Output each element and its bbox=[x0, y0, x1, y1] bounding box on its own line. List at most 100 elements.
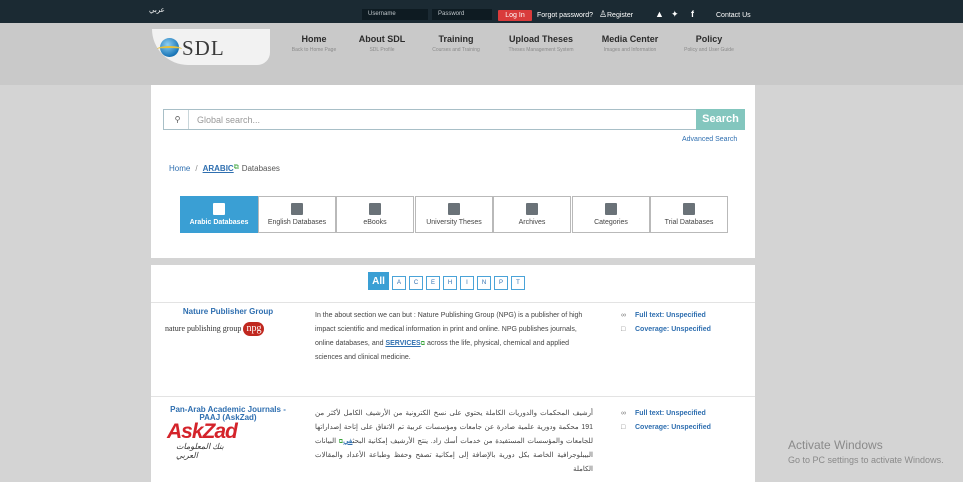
logo-wordmark: AskZad bbox=[167, 420, 238, 443]
list-item: Nature Publisher Group nature publishing… bbox=[151, 302, 755, 396]
logo-subtitle: بنك المعلومات العربي bbox=[176, 442, 224, 460]
search-panel: ⚲ Search Advanced Search Home / ARABIC⧉Dat… bbox=[151, 85, 755, 258]
filter-letter[interactable]: A bbox=[392, 276, 406, 290]
npg-logo[interactable]: nature publishing group npg bbox=[165, 322, 265, 336]
coverage-label: Coverage: bbox=[635, 326, 670, 333]
categories-icon bbox=[605, 203, 617, 215]
tile-ebooks[interactable]: eBooks bbox=[336, 196, 414, 233]
filter-letter[interactable]: T bbox=[511, 276, 525, 290]
tile-label: Trial Databases bbox=[664, 219, 714, 226]
twitter-icon[interactable]: ✦ bbox=[671, 9, 679, 20]
askzad-logo[interactable]: AskZad بنك المعلومات العربي bbox=[167, 420, 238, 460]
coverage-value: Unspecified bbox=[671, 424, 711, 431]
nav-subtitle: Policy and User Guide bbox=[684, 47, 734, 53]
description: أرشيف المحكمات والدوريات الكاملة يحتوي ع… bbox=[315, 407, 593, 477]
top-bar: عربي Username Password Log In Forgot pas… bbox=[0, 0, 963, 23]
register-icon: ♙ bbox=[599, 9, 608, 19]
full-text-row: ∞ Full text: Unspecified bbox=[621, 309, 711, 323]
filter-letter[interactable]: H bbox=[443, 276, 457, 290]
nav-home[interactable]: Home Back to Home Page bbox=[286, 34, 342, 53]
coverage-row: □ Coverage: Unspecified bbox=[621, 421, 711, 435]
nav-title: Policy bbox=[695, 34, 723, 44]
search-box: ⚲ bbox=[163, 109, 734, 130]
nav-training[interactable]: Training Courses and Training bbox=[425, 34, 487, 53]
globe-icon bbox=[157, 38, 182, 57]
search-input[interactable] bbox=[188, 110, 708, 129]
full-text-label: Full text: bbox=[635, 410, 665, 417]
archive-icon bbox=[526, 203, 538, 215]
coverage-row: □ Coverage: Unspecified bbox=[621, 323, 711, 337]
database-icon bbox=[291, 203, 303, 215]
tile-arabic-databases[interactable]: Arabic Databases bbox=[180, 196, 258, 233]
services-link[interactable]: SERVICES bbox=[385, 340, 420, 347]
search-button[interactable]: Search bbox=[696, 109, 745, 130]
contact-us-link[interactable]: Contact Us bbox=[716, 10, 751, 21]
thesis-icon bbox=[448, 203, 460, 215]
advanced-search-link[interactable]: Advanced Search bbox=[682, 136, 737, 143]
nav-subtitle: Courses and Training bbox=[432, 47, 480, 53]
trial-icon bbox=[683, 203, 695, 215]
tile-categories[interactable]: Categories bbox=[572, 196, 650, 233]
full-text-value: Unspecified bbox=[666, 410, 706, 417]
nav-subtitle: Images and Information bbox=[603, 47, 657, 53]
activate-windows-watermark: Activate Windows Go to PC settings to ac… bbox=[788, 438, 944, 465]
calendar-icon: □ bbox=[621, 326, 626, 333]
tile-archives[interactable]: Archives bbox=[493, 196, 571, 233]
logo-wordmark: nature publishing group bbox=[165, 323, 242, 333]
publisher-name-link[interactable]: Nature Publisher Group bbox=[163, 308, 293, 316]
description: In the about section we can but : Nature… bbox=[315, 309, 593, 365]
description-text: أرشيف المحكمات والدوريات الكاملة يحتوي ع… bbox=[315, 410, 593, 445]
full-text-label: Full text: bbox=[635, 312, 665, 319]
filter-letter[interactable]: N bbox=[477, 276, 491, 290]
tile-label: Archives bbox=[518, 219, 546, 226]
sdl-logo[interactable]: SDL bbox=[152, 29, 270, 65]
breadcrumb-arabic[interactable]: ARABIC bbox=[203, 164, 234, 173]
filter-letter[interactable]: E bbox=[426, 276, 440, 290]
book-icon bbox=[369, 203, 381, 215]
filter-letter[interactable]: P bbox=[494, 276, 508, 290]
site-header: SDL Home Back to Home Page About SDL SDL… bbox=[0, 23, 963, 85]
login-button[interactable]: Log In bbox=[498, 10, 532, 21]
android-icon[interactable]: ▲ bbox=[655, 9, 664, 20]
database-list-panel: All A C E H I N P T Nature Publisher Group natur… bbox=[151, 265, 755, 482]
facebook-icon[interactable]: f bbox=[691, 9, 694, 20]
calendar-icon: □ bbox=[621, 424, 626, 431]
breadcrumb-current: Databases bbox=[241, 164, 280, 173]
forgot-password-link[interactable]: Forgot password? bbox=[537, 10, 593, 21]
nav-title: Training bbox=[438, 34, 474, 44]
language-switch-link[interactable]: عربي bbox=[149, 6, 165, 14]
register-link[interactable]: Register bbox=[607, 10, 633, 21]
filter-all[interactable]: All bbox=[368, 272, 389, 290]
tile-trial-databases[interactable]: Trial Databases bbox=[650, 196, 728, 233]
nav-policy[interactable]: Policy Policy and User Guide bbox=[677, 34, 741, 53]
watermark-title: Activate Windows bbox=[788, 438, 883, 452]
nav-about[interactable]: About SDL SDL Profile bbox=[353, 34, 411, 53]
entry-meta: ∞ Full text: Unspecified □ Coverage: Unspe… bbox=[621, 309, 711, 337]
logo-badge: npg bbox=[243, 322, 265, 336]
search-icon: ⚲ bbox=[174, 115, 181, 124]
breadcrumb: Home / ARABIC⧉ Databases bbox=[169, 164, 280, 173]
tile-english-databases[interactable]: English Databases bbox=[258, 196, 336, 233]
database-icon bbox=[213, 203, 225, 215]
nav-upload-theses[interactable]: Upload Theses Theses Management System bbox=[500, 34, 582, 53]
username-field[interactable]: Username bbox=[362, 9, 428, 20]
nav-media-center[interactable]: Media Center Images and Information bbox=[596, 34, 664, 53]
link-icon: ∞ bbox=[621, 410, 626, 417]
entry-meta: ∞ Full text: Unspecified □ Coverage: Unspe… bbox=[621, 407, 711, 435]
full-text-value: Unspecified bbox=[666, 312, 706, 319]
tile-label: Categories bbox=[594, 219, 628, 226]
tile-label: English Databases bbox=[267, 219, 327, 226]
nav-subtitle: SDL Profile bbox=[369, 47, 395, 53]
filter-letter[interactable]: I bbox=[460, 276, 474, 290]
nav-title: Upload Theses bbox=[508, 34, 573, 44]
nav-title: Home bbox=[301, 34, 327, 44]
breadcrumb-home[interactable]: Home bbox=[169, 164, 190, 173]
coverage-label: Coverage: bbox=[635, 424, 670, 431]
nav-title: About SDL bbox=[358, 34, 406, 44]
nav-title: Media Center bbox=[601, 34, 659, 44]
tile-label: University Theses bbox=[426, 219, 482, 226]
password-field[interactable]: Password bbox=[432, 9, 492, 20]
filter-letter[interactable]: C bbox=[409, 276, 423, 290]
logo-text: SDL bbox=[182, 36, 225, 60]
tile-university-theses[interactable]: University Theses bbox=[415, 196, 493, 233]
